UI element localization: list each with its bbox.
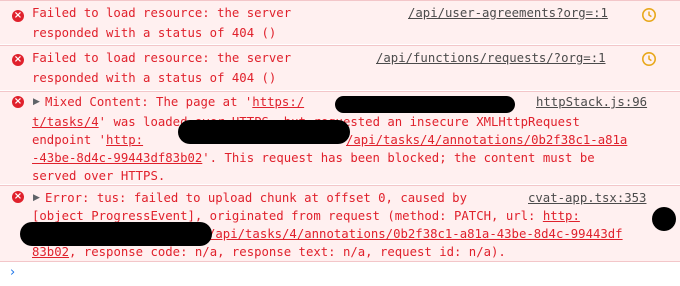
url-link[interactable]: /api/tasks/4/annotations/0b2f38c1-a81a-4… [208, 224, 623, 244]
console-error-entry[interactable]: × ▶ Mixed Content: The page at 'https:/ … [0, 91, 680, 184]
error-icon: × [12, 54, 24, 66]
devtools-console: × Failed to load resource: the server re… [0, 0, 680, 286]
url-link[interactable]: t/tasks/4 [32, 115, 99, 129]
source-link[interactable]: httpStack.js:96 [536, 92, 647, 112]
redaction-mark [335, 96, 515, 113]
clock-refresh-icon[interactable] [641, 51, 657, 67]
url-link[interactable]: /api/tasks/4/annotations/0b2f38c1-a81a [346, 130, 627, 150]
console-error-entry[interactable]: × ▶ Error: tus: failed to upload chunk a… [0, 185, 680, 262]
error-message-line: endpoint 'http: [32, 133, 144, 147]
url-link[interactable]: -43be-8d4c-99443df83b02 [32, 151, 202, 165]
redaction-mark [178, 120, 350, 144]
error-icon: × [12, 96, 24, 108]
url-link[interactable]: http: [543, 209, 580, 223]
source-link[interactable]: /api/user-agreements?org=:1 [408, 3, 608, 23]
source-link[interactable]: /api/functions/requests/?org=:1 [376, 48, 606, 68]
url-link[interactable]: http: [106, 133, 143, 147]
console-error-entry[interactable]: × Failed to load resource: the server re… [0, 45, 680, 90]
error-icon: × [12, 10, 24, 22]
error-message-line: served over HTTPS. [32, 169, 166, 183]
error-message-line: responded with a status of 404 () [32, 71, 277, 85]
console-error-entry[interactable]: × Failed to load resource: the server re… [0, 0, 680, 44]
error-message-line: -43be-8d4c-99443df83b02'. This request h… [32, 151, 595, 165]
error-message-line: Failed to load resource: the server [32, 51, 292, 65]
error-message-line: Failed to load resource: the server [32, 6, 292, 20]
error-icon: × [12, 191, 24, 203]
redaction-mark [652, 207, 676, 231]
error-message-line: responded with a status of 404 () [32, 26, 277, 40]
redaction-mark [20, 222, 212, 246]
console-prompt-chevron-icon[interactable]: › [10, 265, 15, 281]
clock-refresh-icon[interactable] [641, 7, 657, 23]
error-message-line: Error: tus: failed to upload chunk at of… [45, 191, 467, 205]
expand-triangle-icon[interactable]: ▶ [33, 188, 40, 208]
error-message-line: Mixed Content: The page at 'https:/ [45, 95, 305, 109]
url-link[interactable]: 83b02 [32, 245, 69, 259]
url-link[interactable]: https:/ [252, 95, 304, 109]
expand-triangle-icon[interactable]: ▶ [33, 92, 40, 112]
source-link[interactable]: cvat-app.tsx:353 [528, 188, 646, 208]
